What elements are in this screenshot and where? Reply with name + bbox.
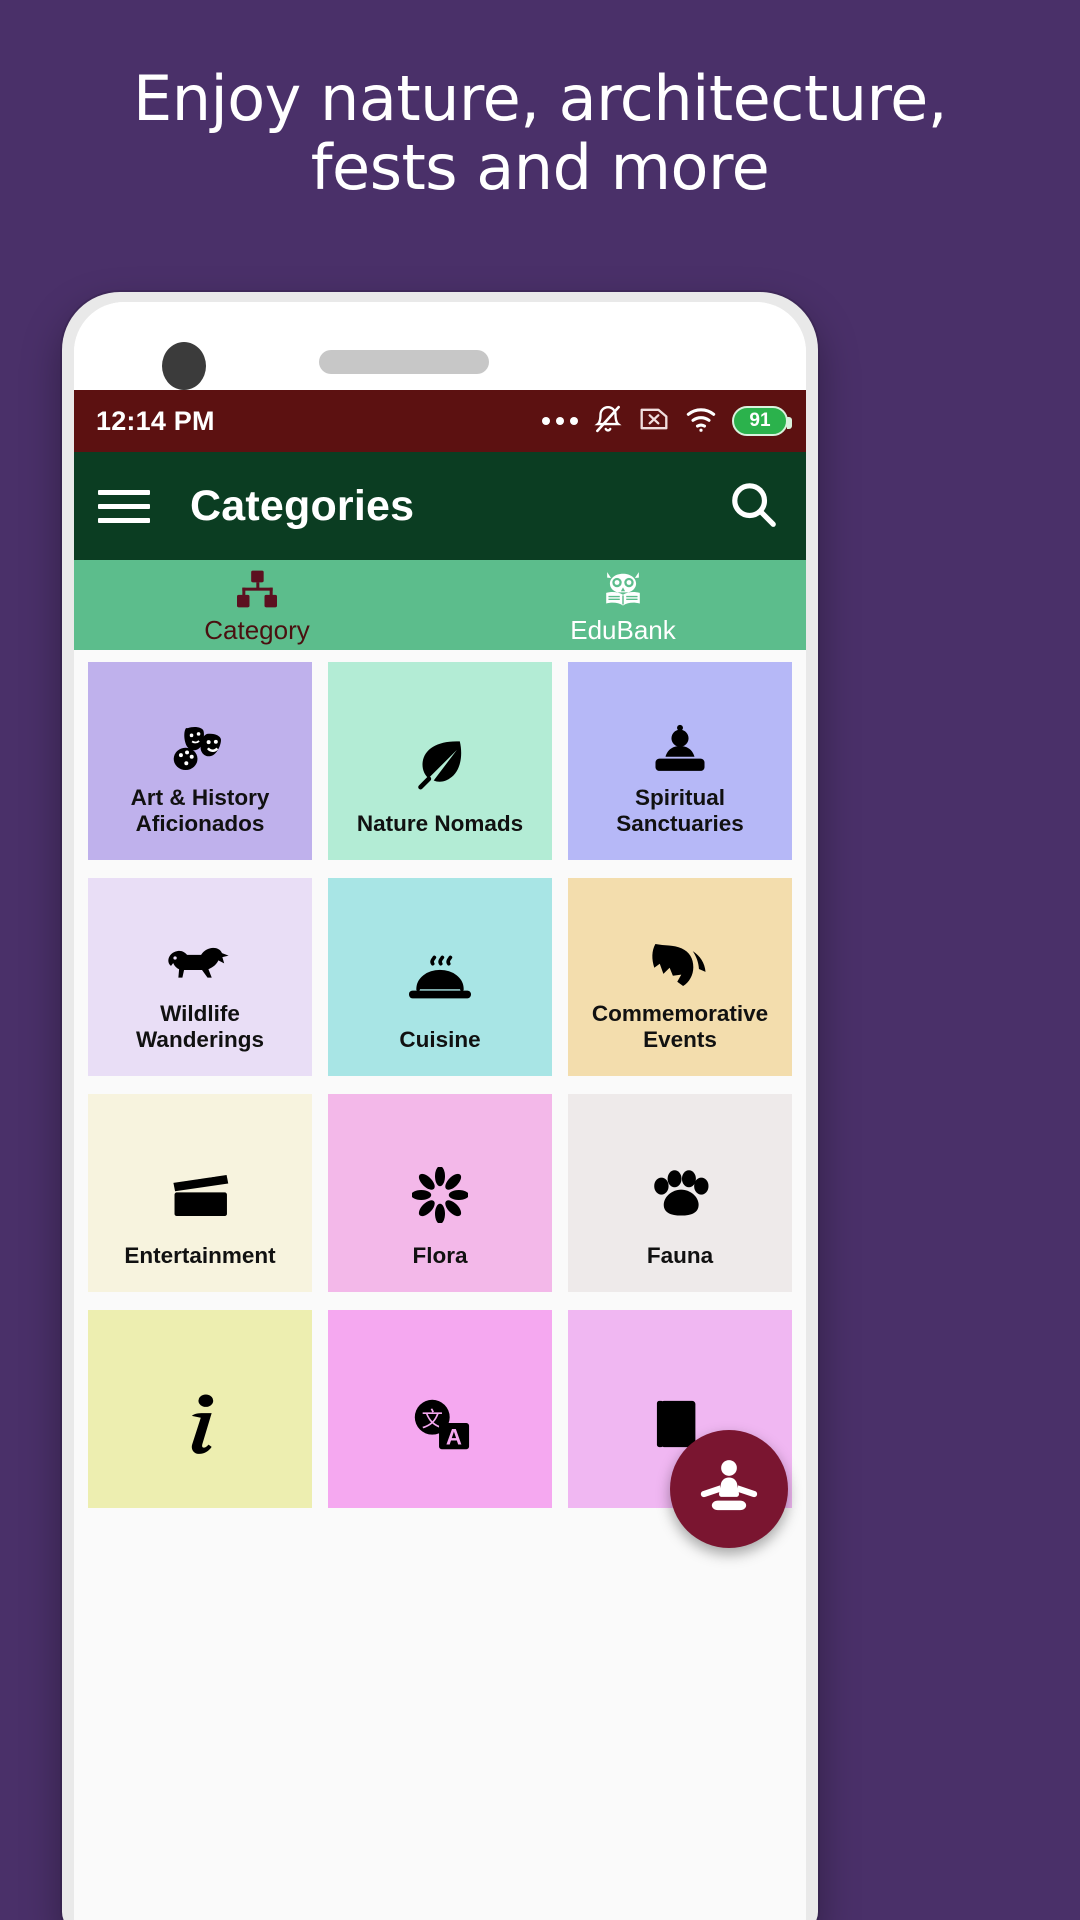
category-tile-label: Flora bbox=[412, 1243, 468, 1269]
category-tile-label: Fauna bbox=[646, 1243, 714, 1269]
category-tile[interactable]: Nature Nomads bbox=[328, 662, 552, 860]
buddha-statue-icon bbox=[652, 714, 708, 785]
category-tile[interactable] bbox=[88, 1310, 312, 1508]
page-title: Categories bbox=[190, 481, 415, 530]
leaf-icon bbox=[411, 714, 469, 811]
add-fab-button[interactable] bbox=[670, 1430, 788, 1548]
promo-headline: Enjoy nature, architecture, fests and mo… bbox=[0, 64, 1080, 203]
wifi-icon bbox=[685, 405, 717, 438]
paw-print-icon bbox=[649, 1146, 711, 1243]
battery-icon: 91 bbox=[732, 406, 792, 436]
theater-masks-palette-icon bbox=[169, 714, 231, 785]
tab-bar: Category EduBank bbox=[74, 560, 806, 650]
status-bar-icons: 91 bbox=[542, 403, 792, 440]
device-screen: 12:14 PM 91 Categories Category EduBank … bbox=[74, 390, 806, 1920]
translate-icon: 文 A bbox=[409, 1362, 471, 1486]
tab-category[interactable]: Category bbox=[74, 560, 440, 650]
category-tile[interactable]: Wildlife Wanderings bbox=[88, 878, 312, 1076]
category-tile-label: Spiritual Sanctuaries bbox=[616, 784, 744, 837]
earpiece-speaker bbox=[319, 350, 489, 374]
sim-card-missing-icon bbox=[638, 404, 670, 439]
promo-line-1: Enjoy nature, architecture, bbox=[133, 62, 947, 135]
owl-book-icon bbox=[600, 565, 646, 609]
svg-text:A: A bbox=[446, 1425, 462, 1450]
category-tile[interactable]: Fauna bbox=[568, 1094, 792, 1292]
front-camera-icon bbox=[162, 342, 206, 390]
category-tile-label: Wildlife Wanderings bbox=[136, 1000, 264, 1053]
food-dome-icon bbox=[409, 930, 471, 1027]
category-tile[interactable]: Cuisine bbox=[328, 878, 552, 1076]
battery-percent-label: 91 bbox=[749, 410, 771, 431]
app-bar: Categories bbox=[74, 452, 806, 560]
more-dots-icon bbox=[542, 417, 578, 425]
phone-screen-bezel: 12:14 PM 91 Categories Category EduBank … bbox=[74, 302, 806, 1920]
category-tile[interactable]: Entertainment bbox=[88, 1094, 312, 1292]
spartan-helmet-icon bbox=[649, 930, 711, 1001]
category-tile-label: Nature Nomads bbox=[356, 811, 524, 837]
clapperboard-icon bbox=[170, 1146, 230, 1243]
category-grid: Art & History Aficionados Nature Nomads bbox=[74, 650, 806, 1548]
hamburger-menu-icon[interactable] bbox=[98, 489, 150, 523]
category-tile[interactable]: Commemorative Events bbox=[568, 878, 792, 1076]
phone-top-bezel bbox=[74, 302, 806, 390]
information-italic-i-icon bbox=[178, 1362, 222, 1486]
lion-icon bbox=[167, 930, 233, 1001]
promo-line-2: fests and more bbox=[310, 131, 770, 205]
tab-edubank[interactable]: EduBank bbox=[440, 560, 806, 650]
category-tile-label: Art & History Aficionados bbox=[130, 784, 270, 837]
notifications-off-icon bbox=[593, 403, 623, 440]
status-bar-clock: 12:14 PM bbox=[96, 405, 215, 436]
battery-cap bbox=[787, 417, 792, 429]
tab-edubank-label: EduBank bbox=[570, 614, 676, 645]
category-tile-label: Commemorative Events bbox=[591, 1000, 769, 1053]
category-tile-label: Entertainment bbox=[124, 1243, 276, 1269]
category-tile[interactable]: 文 A bbox=[328, 1310, 552, 1508]
flower-icon bbox=[412, 1146, 468, 1243]
tab-category-label: Category bbox=[204, 614, 310, 645]
category-tile[interactable]: Art & History Aficionados bbox=[88, 662, 312, 860]
sitemap-icon bbox=[235, 565, 279, 609]
category-tile-label: Cuisine bbox=[399, 1027, 481, 1053]
status-bar: 12:14 PM 91 bbox=[74, 390, 806, 452]
search-icon[interactable] bbox=[726, 477, 780, 536]
category-tile[interactable]: Spiritual Sanctuaries bbox=[568, 662, 792, 860]
category-tile[interactable]: Flora bbox=[328, 1094, 552, 1292]
person-yoga-icon bbox=[698, 1456, 760, 1523]
phone-mockup: 12:14 PM 91 Categories Category EduBank … bbox=[62, 292, 818, 1920]
